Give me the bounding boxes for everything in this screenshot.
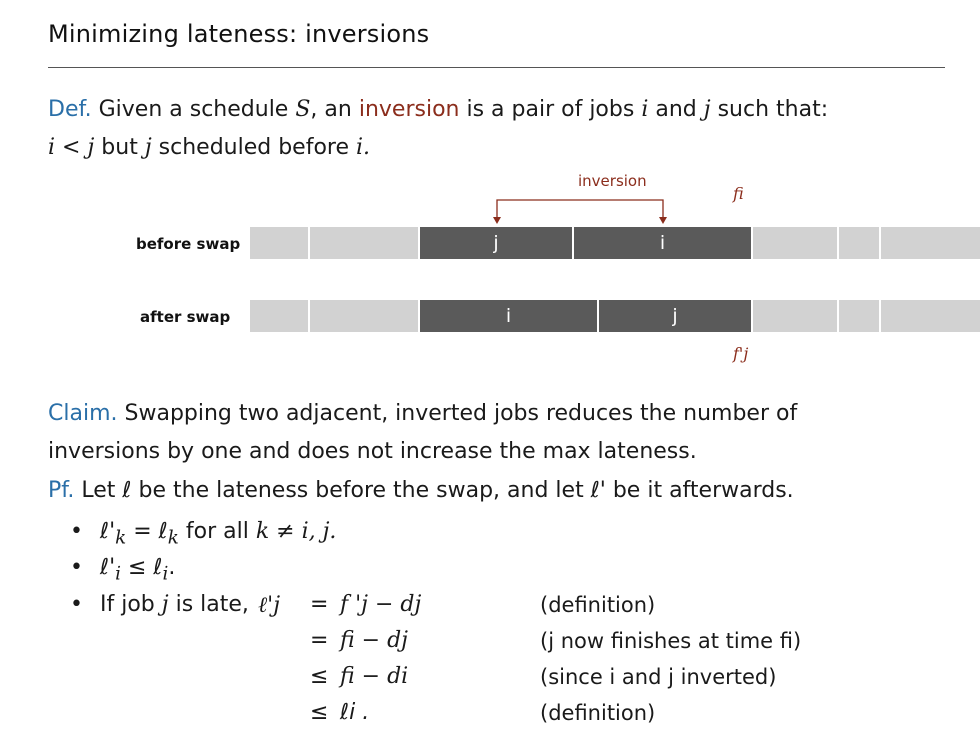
def-text-4: such that: — [717, 97, 829, 122]
def-line2-i: i. — [356, 135, 371, 160]
def-ineq: i < j — [48, 135, 95, 160]
def-line2-text: scheduled before — [158, 135, 350, 160]
def-inversion-term: inversion — [358, 97, 460, 122]
b1-sub-k2: k — [167, 527, 179, 549]
inversion-label: inversion — [578, 172, 647, 190]
b3-is-late: is late, — [175, 592, 249, 617]
after-job-j: j — [599, 300, 753, 332]
eq-note-3: (definition) — [540, 701, 656, 725]
before-job-block — [753, 227, 839, 259]
eq-op-3: ≤ — [310, 700, 329, 725]
b2-ell-prime: ℓ' — [99, 555, 116, 580]
inversion-bracket — [493, 199, 667, 224]
b3-j: j — [161, 592, 169, 617]
eq-lhs-0: ℓ'j — [258, 593, 281, 618]
bullet-dot: • — [70, 519, 83, 544]
def-text-2: , an — [310, 97, 352, 122]
eq-note-1: (j now finishes at time fi) — [540, 629, 802, 653]
def-symbol-s: S — [295, 97, 311, 122]
eq-rhs-1: fi − dj — [340, 628, 408, 653]
eq-rhs-0: f 'j − dj — [340, 592, 422, 617]
before-swap-label: before swap — [136, 235, 241, 253]
def-symbol-j: j — [703, 97, 711, 122]
after-job-block — [753, 300, 839, 332]
title-rule — [48, 67, 945, 68]
b1-eq: = ℓ — [133, 519, 168, 544]
b2-period: . — [168, 555, 176, 580]
claim-text-1: Swapping two adjacent, inverted jobs red… — [124, 401, 798, 426]
b1-sub-k: k — [115, 527, 127, 549]
slide-title: Minimizing lateness: inversions — [48, 20, 430, 48]
after-job-block — [250, 300, 310, 332]
eq-op-2: ≤ — [310, 664, 329, 689]
eq-op-1: = — [310, 628, 329, 653]
def-keyword: Def. — [48, 97, 92, 122]
b2-leq: ≤ ℓ — [128, 555, 163, 580]
after-job-i: i — [420, 300, 599, 332]
definition-line-1: Def. Given a schedule S, an inversion is… — [48, 97, 828, 122]
after-swap-label: after swap — [140, 308, 231, 326]
proof-ell-prime: ℓ' — [590, 478, 606, 503]
eq-rhs-3: ℓi . — [340, 700, 370, 725]
proof-text-2: be it afterwards. — [612, 478, 794, 503]
before-job-block — [310, 227, 420, 259]
before-job-block — [839, 227, 881, 259]
after-job-block — [839, 300, 881, 332]
before-job-j: j — [420, 227, 574, 259]
before-job-block — [250, 227, 310, 259]
after-job-block — [881, 300, 980, 332]
eq-op-0: = — [310, 592, 329, 617]
fi-label: fi — [733, 184, 744, 203]
eq-rhs-2: fi − di — [340, 664, 409, 689]
bullet-dot: • — [70, 592, 83, 617]
eq-note-0: (definition) — [540, 593, 656, 617]
claim-line-2: inversions by one and does not increase … — [48, 439, 697, 464]
def-text-1: Given a schedule — [98, 97, 289, 122]
proof-keyword: Pf. — [48, 478, 75, 503]
eq-note-2: (since i and j inverted) — [540, 665, 777, 689]
def-but: but — [101, 135, 138, 160]
proof-text-1: Let ℓ be the lateness before the swap, a… — [81, 478, 584, 503]
before-swap-bar: j i — [250, 227, 980, 259]
before-job-i: i — [574, 227, 753, 259]
b1-for-all: for all — [185, 519, 249, 544]
bullet-3: • If job j is late, — [70, 592, 249, 617]
after-swap-bar: i j — [250, 300, 980, 332]
def-symbol-i: i — [641, 97, 649, 122]
b1-condition: k ≠ i, j. — [255, 519, 337, 544]
bullet-2: • ℓ'i ≤ ℓi. — [70, 555, 175, 584]
b2-sub-i: i — [115, 563, 121, 585]
fprime-j-label: f'j — [733, 344, 749, 363]
def-text-3: is a pair of jobs — [466, 97, 635, 122]
b1-ell-prime: ℓ' — [99, 519, 116, 544]
b3-if-job: If job — [99, 592, 155, 617]
after-job-block — [310, 300, 420, 332]
proof-line: Pf. Let ℓ be the lateness before the swa… — [48, 478, 794, 503]
claim-line-1: Claim. Swapping two adjacent, inverted j… — [48, 401, 797, 426]
definition-line-2: i < j but j scheduled before i. — [48, 135, 370, 160]
bullet-dot: • — [70, 555, 83, 580]
def-and: and — [655, 97, 697, 122]
before-job-block — [881, 227, 980, 259]
bullet-1: • ℓ'k = ℓk for all k ≠ i, j. — [70, 519, 336, 548]
claim-keyword: Claim. — [48, 401, 118, 426]
def-line2-j: j — [144, 135, 152, 160]
